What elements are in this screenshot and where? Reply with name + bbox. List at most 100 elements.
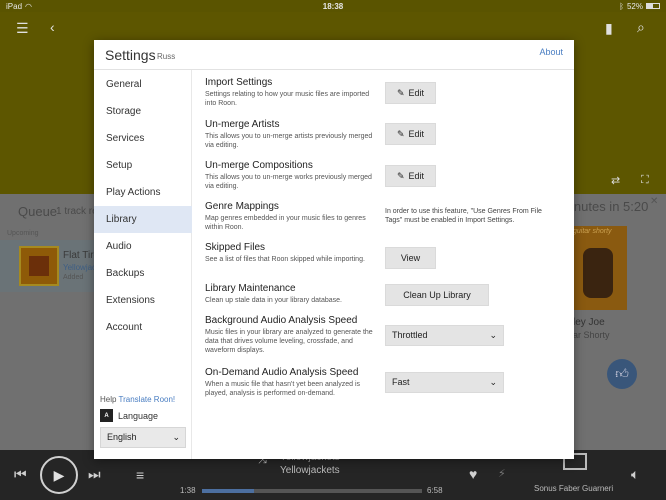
- setting-library-maintenance: Library Maintenance Clean up stale data …: [205, 283, 375, 305]
- settings-header: Settings Russ About: [94, 40, 574, 70]
- next-track-icon[interactable]: ⏭: [88, 466, 101, 483]
- pencil-icon: ✎: [396, 170, 405, 181]
- help-prefix: Help: [100, 395, 117, 404]
- setting-desc: Map genres embedded in your music files …: [205, 215, 366, 231]
- nav-backups[interactable]: Backups: [94, 260, 192, 287]
- nav-audio[interactable]: Audio: [94, 233, 192, 260]
- queue-list-icon[interactable]: ≡: [136, 467, 144, 483]
- setting-name: Genre Mappings: [205, 201, 279, 212]
- chevron-down-icon: ⌄: [489, 377, 497, 387]
- setting-name: Library Maintenance: [205, 283, 296, 294]
- setting-desc: This allows you to un-merge works previo…: [205, 174, 372, 190]
- progress-fill: [202, 489, 254, 493]
- pencil-icon: ✎: [396, 87, 405, 98]
- setting-desc: See a list of files that Roon skipped wh…: [205, 256, 365, 263]
- previous-track-icon[interactable]: ⏮: [14, 466, 27, 483]
- queue-title: Queue: [18, 204, 58, 219]
- language-icon: A: [100, 409, 113, 422]
- album-cover[interactable]: [573, 226, 627, 310]
- language-value: English: [107, 432, 137, 442]
- settings-modal: Settings Russ About General Storage Serv…: [94, 40, 574, 459]
- language-select[interactable]: English ⌄: [100, 427, 186, 448]
- about-link[interactable]: About: [539, 47, 563, 57]
- language-row: A Language: [100, 409, 158, 422]
- setting-name: Import Settings: [205, 77, 273, 88]
- unmerge-compositions-edit-button[interactable]: ✎ Edit: [385, 165, 436, 187]
- setting-import: Import Settings Settings relating to how…: [205, 77, 375, 108]
- setting-unmerge-compositions: Un-merge Compositions This allows you to…: [205, 160, 375, 191]
- queue-remaining-time: inutes in 5:20: [571, 199, 649, 214]
- nav-account[interactable]: Account: [94, 314, 192, 341]
- nav-services[interactable]: Services: [94, 125, 192, 152]
- setting-name: Skipped Files: [205, 242, 266, 253]
- radio-icon[interactable]: ⚡: [498, 467, 506, 480]
- setting-skipped-files: Skipped Files See a list of files that R…: [205, 242, 375, 264]
- search-icon[interactable]: ⌕: [637, 19, 645, 36]
- setting-desc: Settings relating to how your music file…: [205, 91, 370, 107]
- nav-setup[interactable]: Setup: [94, 152, 192, 179]
- album-artist: ar Shorty: [573, 330, 610, 340]
- setting-desc: Music files in your library are analyzed…: [205, 329, 373, 354]
- queue-track-artist[interactable]: Yellowjac: [63, 263, 96, 272]
- setting-desc: Clean up stale data in your library data…: [205, 297, 342, 304]
- nav-storage[interactable]: Storage: [94, 98, 192, 125]
- pencil-icon: ✎: [396, 128, 405, 139]
- hamburger-menu-icon[interactable]: ☰: [16, 20, 29, 37]
- background-analysis-select[interactable]: Throttled ⌄: [385, 325, 504, 346]
- settings-sidebar: General Storage Services Setup Play Acti…: [94, 70, 192, 459]
- thumbs-up-icon[interactable]: 👍︎: [607, 359, 637, 389]
- setting-name: On-Demand Audio Analysis Speed: [205, 367, 359, 378]
- album-art: [19, 246, 59, 286]
- nav-general[interactable]: General: [94, 71, 192, 98]
- unmerge-artists-edit-button[interactable]: ✎ Edit: [385, 123, 436, 145]
- now-playing-artist[interactable]: Yellowjackets: [280, 465, 340, 476]
- nav-play-actions[interactable]: Play Actions: [94, 179, 192, 206]
- play-button[interactable]: ▶: [40, 456, 78, 494]
- chevron-down-icon: ⌄: [489, 330, 497, 340]
- setting-desc: When a music file that hasn't yet been a…: [205, 381, 361, 397]
- bookmark-icon[interactable]: ▮: [605, 20, 613, 37]
- settings-title: Settings: [105, 47, 156, 63]
- queue-track-added: Added: [63, 274, 84, 281]
- setting-unmerge-artists: Un-merge Artists This allows you to un-m…: [205, 119, 375, 150]
- language-label: Language: [118, 410, 159, 421]
- setting-genre-mappings: Genre Mappings Map genres embedded in yo…: [205, 201, 375, 232]
- queue-count: 1 track re: [56, 206, 98, 217]
- total-time: 6:58: [427, 486, 443, 495]
- select-value: Fast: [392, 377, 410, 387]
- close-icon[interactable]: ✕: [650, 196, 658, 207]
- settings-content: Import Settings Settings relating to how…: [192, 70, 574, 459]
- album-cover-text: guitar shorty: [573, 228, 612, 235]
- fullscreen-icon[interactable]: ⛶: [641, 174, 649, 187]
- setting-name: Background Audio Analysis Speed: [205, 315, 358, 326]
- setting-name: Un-merge Compositions: [205, 160, 313, 171]
- genre-mappings-note: In order to use this feature, "Use Genre…: [385, 208, 542, 224]
- on-demand-analysis-select[interactable]: Fast ⌄: [385, 372, 504, 393]
- skipped-files-view-button[interactable]: View: [385, 247, 436, 269]
- translate-roon-link[interactable]: Translate Roon!: [119, 395, 176, 404]
- select-value: Throttled: [392, 330, 428, 340]
- status-clock: 18:38: [322, 1, 344, 11]
- battery-icon: [646, 3, 660, 9]
- setting-name: Un-merge Artists: [205, 119, 280, 130]
- zone-name[interactable]: Sonus Faber Guarneri: [534, 484, 613, 493]
- nav-extensions[interactable]: Extensions: [94, 287, 192, 314]
- volume-icon[interactable]: 🔈︎: [631, 466, 639, 483]
- play-icon: ▶: [53, 466, 65, 483]
- heart-icon[interactable]: ♥: [469, 466, 477, 482]
- setting-desc: This allows you to un-merge artists prev…: [205, 133, 373, 149]
- progress-bar[interactable]: [202, 489, 422, 493]
- chevron-down-icon: ⌄: [172, 432, 180, 442]
- album-title: ley Joe: [573, 317, 605, 328]
- clean-up-library-button[interactable]: Clean Up Library: [385, 284, 489, 306]
- back-arrow-icon[interactable]: ‹: [50, 19, 55, 35]
- upcoming-label: Upcoming: [7, 230, 39, 237]
- settings-user: Russ: [157, 52, 176, 61]
- elapsed-time: 1:38: [180, 486, 196, 495]
- import-edit-button[interactable]: ✎ Edit: [385, 82, 436, 104]
- ios-status-bar: iPad ◠ 18:38 ᛒ 52%: [0, 0, 666, 12]
- setting-on-demand-analysis: On-Demand Audio Analysis Speed When a mu…: [205, 367, 375, 398]
- setting-background-analysis: Background Audio Analysis Speed Music fi…: [205, 315, 375, 355]
- nav-library[interactable]: Library: [94, 206, 192, 233]
- shrink-arrows-icon[interactable]: ⇄: [611, 174, 620, 187]
